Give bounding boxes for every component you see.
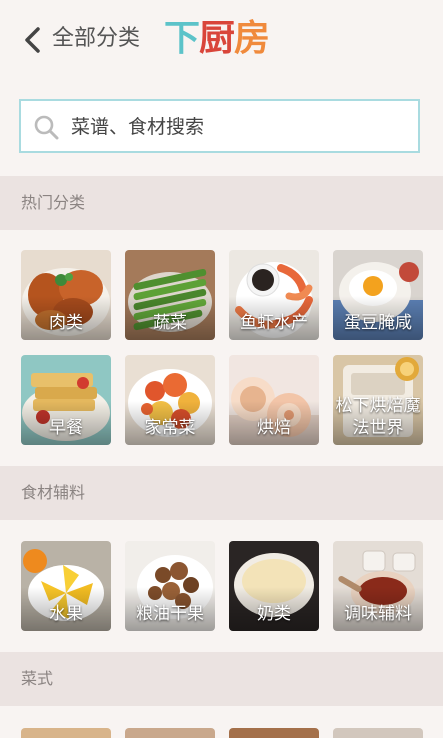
category-tile-vegetable[interactable]: 蔬菜	[125, 250, 215, 340]
tile-label: 水果	[49, 604, 83, 624]
tile-label: 早餐	[49, 418, 83, 438]
category-tile-egg-tofu[interactable]: 蛋豆腌咸	[333, 250, 423, 340]
tile-label: 松下烘焙魔法世界	[335, 396, 421, 438]
category-tile-panasonic-baking[interactable]: 松下烘焙魔法世界	[333, 355, 423, 445]
logo-char-1: 下	[164, 18, 200, 59]
category-tile-dairy[interactable]: 奶类	[229, 541, 319, 631]
search-placeholder: 菜谱、食材搜索	[71, 116, 205, 138]
tile-label: 蛋豆腌咸	[344, 313, 412, 333]
section-header-hot: 热门分类	[0, 176, 443, 230]
tile-label: 家常菜	[144, 418, 196, 438]
section-title: 热门分类	[21, 193, 86, 212]
tile-label: 肉类	[49, 313, 83, 333]
category-tile-fruit[interactable]: 水果	[21, 541, 111, 631]
search-icon	[34, 115, 59, 140]
category-tile-breakfast[interactable]: 早餐	[21, 355, 111, 445]
category-tile-grain-nut[interactable]: 粮油干果	[125, 541, 215, 631]
tile-label: 烘焙	[257, 418, 291, 438]
section-title: 菜式	[21, 669, 54, 688]
section-header-dish-style: 菜式	[0, 652, 443, 706]
category-tile-partial[interactable]	[125, 728, 215, 738]
category-tile-seafood[interactable]: 鱼虾水产	[229, 250, 319, 340]
category-tile-partial[interactable]	[333, 728, 423, 738]
category-tile-home-dish[interactable]: 家常菜	[125, 355, 215, 445]
category-tile-seasoning[interactable]: 调味辅料	[333, 541, 423, 631]
section-header-ingredients: 食材辅料	[0, 466, 443, 520]
app-logo: 下厨房	[164, 16, 270, 62]
page-title: 全部分类	[52, 26, 141, 51]
tile-label: 蔬菜	[153, 313, 187, 333]
tile-label: 调味辅料	[344, 604, 412, 624]
chevron-left-icon	[25, 27, 40, 53]
tile-label: 鱼虾水产	[240, 313, 308, 333]
category-tile-meat[interactable]: 肉类	[21, 250, 111, 340]
category-tile-partial[interactable]	[21, 728, 111, 738]
section-title: 食材辅料	[21, 483, 86, 502]
logo-char-2: 厨	[199, 18, 235, 59]
search-area: 菜谱、食材搜索	[0, 78, 443, 176]
tile-label: 粮油干果	[136, 604, 204, 624]
logo-char-3: 房	[234, 18, 270, 59]
header-bar: 全部分类 下厨房	[0, 0, 443, 79]
category-tile-baking[interactable]: 烘焙	[229, 355, 319, 445]
category-tile-partial[interactable]	[229, 728, 319, 738]
tile-label: 奶类	[257, 604, 291, 624]
search-input[interactable]: 菜谱、食材搜索	[19, 99, 420, 153]
